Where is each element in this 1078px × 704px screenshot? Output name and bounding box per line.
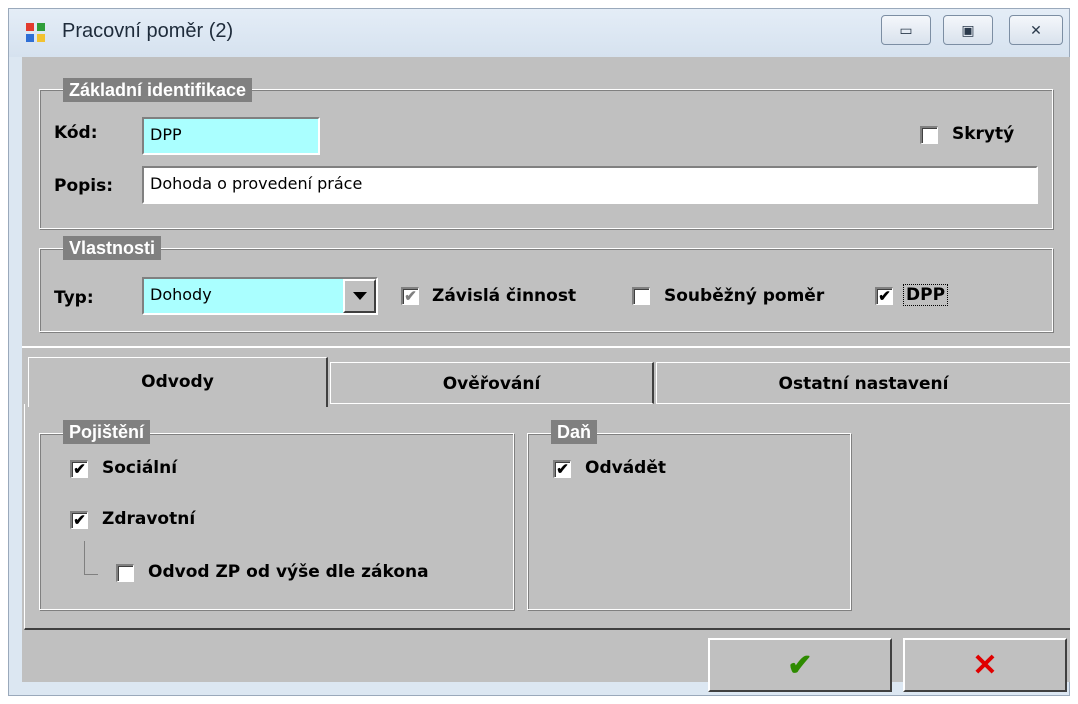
dependent-activity-checkbox: ✔ (401, 287, 419, 305)
tab-overovani[interactable]: Ověřování (330, 362, 654, 404)
dpp-label: DPP (903, 284, 949, 306)
dependent-activity-label: Závislá činnost (432, 286, 577, 306)
code-label: Kód: (54, 123, 98, 143)
checkmark-icon: ✔ (787, 648, 813, 682)
ok-button[interactable]: ✔ (708, 638, 892, 692)
type-label: Typ: (54, 288, 94, 308)
hidden-label: Skrytý (952, 124, 1015, 144)
identification-legend: Základní identifikace (63, 78, 253, 102)
withhold-label: Odvádět (585, 458, 666, 478)
description-label: Popis: (54, 176, 114, 196)
health-by-law-label: Odvod ZP od výše dle zákona (148, 562, 429, 582)
type-select-value: Dohody (150, 285, 212, 304)
properties-legend: Vlastnosti (63, 236, 162, 260)
tax-legend: Daň (551, 420, 598, 444)
description-input[interactable]: Dohoda o provedení práce (142, 166, 1038, 204)
hidden-checkbox[interactable] (920, 126, 938, 144)
chevron-down-icon (352, 292, 367, 300)
tab-ostatni-nastaveni[interactable]: Ostatní nastavení (656, 362, 1070, 404)
social-checkbox[interactable]: ✔ (70, 460, 88, 478)
health-label: Zdravotní (102, 509, 196, 529)
maximize-button[interactable]: ▣ (943, 15, 993, 45)
cancel-button[interactable]: ✕ (903, 638, 1067, 692)
concurrent-label: Souběžný poměr (664, 286, 825, 306)
type-dropdown-button[interactable] (343, 279, 376, 313)
health-checkbox[interactable]: ✔ (70, 511, 88, 529)
app-icon (26, 23, 46, 43)
close-icon: ✕ (972, 648, 998, 682)
dpp-checkbox[interactable]: ✔ (875, 287, 893, 305)
health-by-law-checkbox[interactable] (116, 564, 134, 582)
close-icon: ✕ (1030, 21, 1042, 38)
close-button[interactable]: ✕ (1009, 15, 1063, 45)
withhold-checkbox[interactable]: ✔ (553, 460, 571, 478)
tax-groupbox (527, 433, 851, 610)
window-title: Pracovní poměr (2) (62, 20, 234, 42)
identification-groupbox (39, 89, 1053, 229)
minimize-button[interactable]: ▭ (881, 15, 931, 45)
concurrent-checkbox[interactable] (632, 287, 650, 305)
section-divider (22, 346, 1070, 348)
minimize-icon: ▭ (899, 21, 913, 38)
tree-connector (84, 541, 98, 575)
insurance-legend: Pojištění (63, 420, 151, 444)
social-label: Sociální (102, 458, 178, 478)
maximize-icon: ▣ (961, 21, 975, 38)
code-input[interactable]: DPP (142, 117, 320, 155)
tab-odvody[interactable]: Odvody (28, 357, 328, 407)
